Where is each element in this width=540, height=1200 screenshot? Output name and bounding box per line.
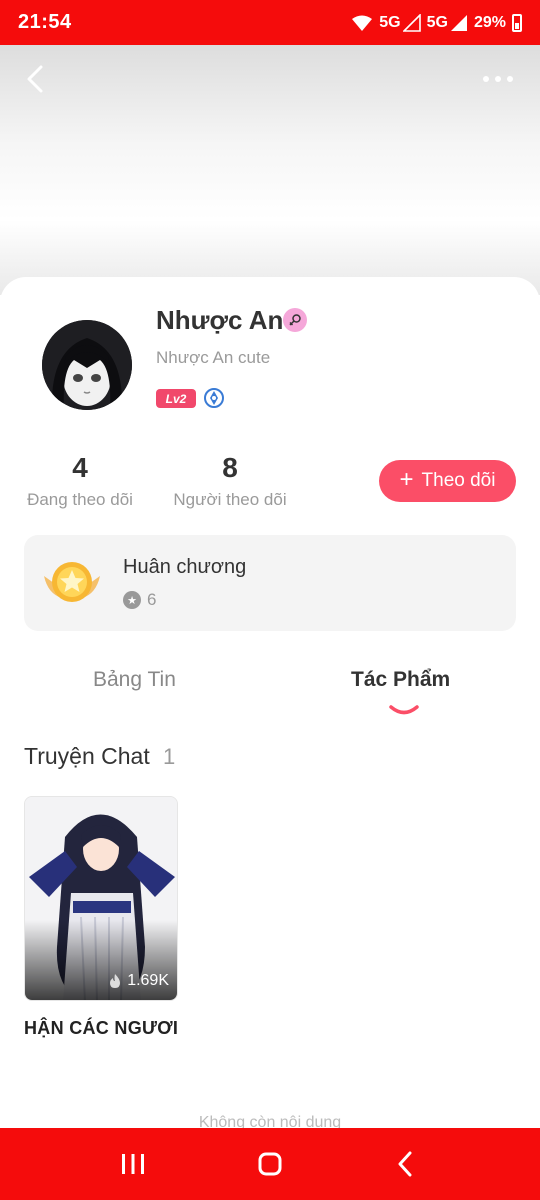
network-2-label: 5G [426, 13, 448, 31]
avatar[interactable] [42, 320, 132, 410]
star-coin-icon: ★ [123, 591, 141, 609]
home-icon [258, 1152, 282, 1176]
story-card[interactable]: 1.69K [24, 796, 178, 1001]
stat-following[interactable]: 4 Đang theo dõi [24, 452, 136, 510]
more-button[interactable] [480, 66, 516, 92]
follow-button[interactable]: + Theo dõi [379, 460, 516, 502]
network-2: 5G [427, 14, 468, 32]
story-title[interactable]: HẬN CÁC NGƯƠI [24, 1018, 178, 1039]
fire-icon [110, 974, 121, 988]
tab-works[interactable]: Tác Phẩm [351, 668, 450, 692]
recent-apps-icon [122, 1154, 144, 1174]
status-bar: 21:54 5G 5G 29% [0, 0, 540, 45]
female-icon [283, 308, 307, 332]
tab-feed[interactable]: Bảng Tin [93, 668, 176, 692]
nav-back-button[interactable] [385, 1146, 425, 1182]
stat-following-value: 4 [72, 452, 88, 483]
medal-count: 6 [147, 590, 157, 609]
follow-button-label: Theo dõi [421, 470, 496, 491]
battery-percent: 29% [473, 13, 506, 31]
back-icon [398, 1151, 412, 1177]
home-button[interactable] [250, 1146, 290, 1182]
profile-cover [0, 45, 540, 295]
more-dots-icon [483, 76, 513, 82]
signal-icon [402, 13, 421, 32]
stat-followers-value: 8 [222, 452, 238, 483]
signal-icon [450, 14, 467, 31]
network-1-label: 5G [379, 13, 401, 31]
avatar-image [42, 320, 132, 410]
chevron-left-icon [27, 65, 43, 93]
profile-name: Nhược An [156, 305, 284, 335]
back-button[interactable] [20, 62, 50, 96]
recent-apps-button[interactable] [113, 1146, 153, 1182]
battery-icon [512, 13, 522, 32]
wifi-icon [352, 15, 373, 31]
rank-badge-icon [204, 388, 224, 408]
network-1: 5G [379, 13, 421, 32]
profile-subtitle: Nhược An cute [156, 348, 271, 367]
section-title: Truyện Chat [24, 743, 150, 769]
stat-followers-label: Người theo dõi [173, 490, 287, 509]
section-count: 1 [163, 744, 176, 769]
plus-icon: + [399, 466, 414, 493]
level-badge: Lv2 [156, 389, 196, 408]
medal-icon [42, 556, 102, 610]
stat-following-label: Đang theo dõi [27, 490, 133, 509]
stat-followers[interactable]: 8 Người theo dõi [170, 452, 290, 510]
status-icons: 5G 5G 29% [351, 13, 522, 32]
tab-active-indicator [388, 703, 420, 715]
story-views: 1.69K [108, 972, 169, 990]
medal-title: Huân chương [123, 556, 247, 578]
story-views-count: 1.69K [127, 972, 169, 989]
status-time: 21:54 [18, 11, 72, 33]
